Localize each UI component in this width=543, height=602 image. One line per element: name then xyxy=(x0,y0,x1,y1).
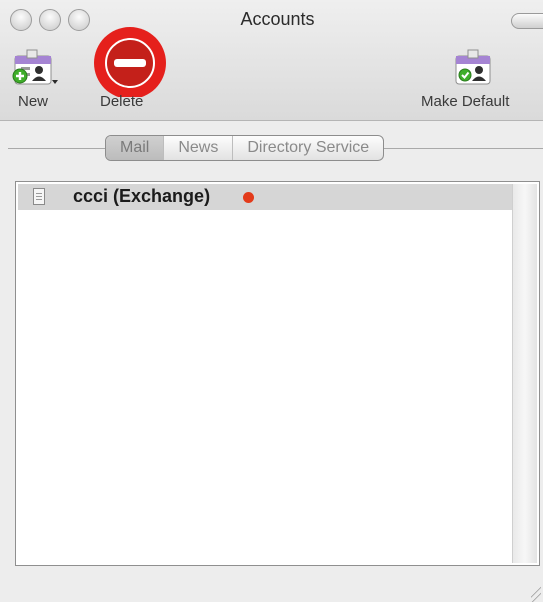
account-type-tabs: Mail News Directory Service xyxy=(105,135,385,161)
accounts-window: Accounts New Delete Make Default Mail Ne… xyxy=(0,0,543,602)
accounts-list[interactable]: ccci (Exchange) xyxy=(15,181,540,566)
delete-account-icon[interactable] xyxy=(92,27,172,97)
window-title: Accounts xyxy=(240,9,315,29)
server-icon xyxy=(33,188,45,205)
vertical-scrollbar[interactable] xyxy=(512,184,537,563)
resize-grip-icon[interactable] xyxy=(531,582,541,602)
status-dot-icon xyxy=(243,192,254,203)
tab-directory-service[interactable]: Directory Service xyxy=(233,136,383,160)
tab-mail[interactable]: Mail xyxy=(106,136,165,160)
account-name: ccci (Exchange) xyxy=(73,186,211,206)
toolbar: Accounts New Delete Make Default xyxy=(0,0,543,121)
delete-button-label: Delete xyxy=(100,93,144,110)
new-account-icon[interactable] xyxy=(12,44,58,88)
content-area: Mail News Directory Service ccci (Exchan… xyxy=(0,121,543,602)
make-default-button-label: Make Default xyxy=(421,93,510,110)
account-row[interactable]: ccci (Exchange) xyxy=(18,184,512,210)
tab-news[interactable]: News xyxy=(164,136,234,160)
make-default-icon[interactable] xyxy=(452,44,496,88)
toolbar-toggle-button[interactable] xyxy=(511,13,543,29)
new-button-label: New xyxy=(18,93,49,110)
